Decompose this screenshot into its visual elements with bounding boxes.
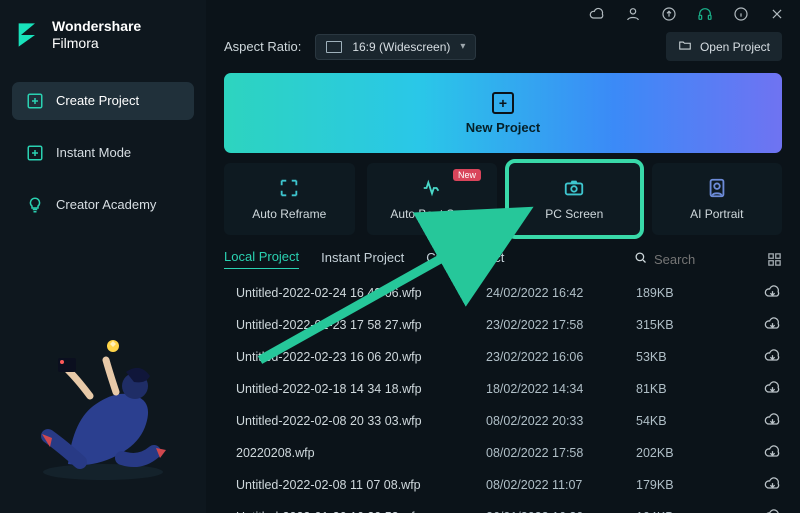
brand-line2: Filmora [52, 35, 141, 52]
app-logo: Wondershare Filmora [12, 18, 194, 52]
project-tabs: Local Project Instant Project Cloud Proj… [206, 249, 800, 269]
project-date: 08/02/2022 20:33 [486, 414, 636, 428]
new-project-button[interactable]: + New Project [224, 73, 782, 153]
cloud-download-icon[interactable] [764, 412, 782, 430]
info-icon[interactable] [732, 5, 750, 23]
plus-icon: + [492, 92, 514, 114]
tab-local-project[interactable]: Local Project [224, 249, 299, 269]
project-row[interactable]: 20220208.wfp08/02/2022 17:58202KB [206, 437, 800, 469]
card-auto-beat-sync[interactable]: New Auto Beat Sync [367, 163, 498, 235]
project-row[interactable]: Untitled-2022-02-24 16 42 06.wfp24/02/20… [206, 277, 800, 309]
card-pc-screen[interactable]: PC Screen [509, 163, 640, 235]
card-label: PC Screen [545, 207, 603, 221]
cloud-icon[interactable] [588, 5, 606, 23]
project-row[interactable]: Untitled-2022-02-23 17 58 27.wfp23/02/20… [206, 309, 800, 341]
project-name: Untitled-2022-02-24 16 42 06.wfp [236, 286, 486, 300]
project-date: 08/02/2022 17:58 [486, 446, 636, 460]
sidebar-item-creator-academy[interactable]: Creator Academy [12, 186, 194, 224]
card-auto-reframe[interactable]: Auto Reframe [224, 163, 355, 235]
tab-instant-project[interactable]: Instant Project [321, 250, 404, 269]
project-row[interactable]: Untitled-2022-02-08 20 33 03.wfp08/02/20… [206, 405, 800, 437]
project-date: 23/02/2022 16:06 [486, 350, 636, 364]
search-input[interactable] [654, 252, 744, 267]
project-row[interactable]: Untitled-2022-02-18 14 34 18.wfp18/02/20… [206, 373, 800, 405]
reframe-icon [278, 177, 300, 199]
cloud-download-icon[interactable] [764, 476, 782, 494]
search-field[interactable] [633, 250, 744, 268]
plus-square-icon [26, 92, 44, 110]
card-label: Auto Reframe [252, 207, 326, 221]
sidebar: Wondershare Filmora Create Project Insta… [0, 0, 206, 513]
cloud-download-icon[interactable] [764, 316, 782, 334]
titlebar [206, 0, 800, 28]
new-project-label: New Project [466, 120, 540, 135]
project-row[interactable]: Untitled-2022-02-08 11 07 08.wfp08/02/20… [206, 469, 800, 501]
open-project-label: Open Project [700, 40, 770, 54]
project-size: 189KB [636, 286, 716, 300]
card-label: Auto Beat Sync [390, 207, 473, 221]
headphones-icon[interactable] [696, 5, 714, 23]
folder-icon [678, 38, 692, 55]
project-size: 53KB [636, 350, 716, 364]
project-date: 24/02/2022 16:42 [486, 286, 636, 300]
project-size: 202KB [636, 446, 716, 460]
filmora-logo-icon [14, 21, 42, 49]
cloud-download-icon[interactable] [764, 284, 782, 302]
project-row[interactable]: Untitled-2022-02-23 16 06 20.wfp23/02/20… [206, 341, 800, 373]
project-size: 81KB [636, 382, 716, 396]
new-badge: New [453, 169, 481, 181]
project-size: 179KB [636, 478, 716, 492]
close-icon[interactable] [768, 5, 786, 23]
sidebar-item-label: Creator Academy [56, 197, 156, 212]
card-label: AI Portrait [690, 207, 743, 221]
aspect-ratio-value: 16:9 (Widescreen) [352, 40, 450, 54]
feature-cards: Auto Reframe New Auto Beat Sync PC Scree… [224, 163, 782, 235]
toolbar: Aspect Ratio: 16:9 (Widescreen) ▾ Open P… [206, 28, 800, 73]
project-size: 315KB [636, 318, 716, 332]
plus-square-icon [26, 144, 44, 162]
tab-cloud-project[interactable]: Cloud Project [426, 250, 504, 269]
soundwave-icon [421, 177, 443, 199]
aspect-ratio-select[interactable]: 16:9 (Widescreen) ▾ [315, 34, 476, 60]
grid-view-icon[interactable] [766, 251, 782, 267]
sidebar-item-instant-mode[interactable]: Instant Mode [12, 134, 194, 172]
project-list: Untitled-2022-02-24 16 42 06.wfp24/02/20… [206, 277, 800, 513]
cloud-download-icon[interactable] [764, 380, 782, 398]
project-row[interactable]: Untitled-2022-01-26 16 30 52.wfp26/01/20… [206, 501, 800, 513]
brand-line1: Wondershare [52, 18, 141, 35]
project-date: 18/02/2022 14:34 [486, 382, 636, 396]
cloud-download-icon[interactable] [764, 508, 782, 513]
main-content: Aspect Ratio: 16:9 (Widescreen) ▾ Open P… [206, 0, 800, 513]
sidebar-item-label: Instant Mode [56, 145, 131, 160]
search-icon [633, 250, 648, 268]
project-name: Untitled-2022-02-08 20 33 03.wfp [236, 414, 486, 428]
project-size: 54KB [636, 414, 716, 428]
project-name: Untitled-2022-02-08 11 07 08.wfp [236, 478, 486, 492]
project-name: Untitled-2022-02-23 17 58 27.wfp [236, 318, 486, 332]
upload-icon[interactable] [660, 5, 678, 23]
camera-icon [563, 177, 585, 199]
project-name: Untitled-2022-02-18 14 34 18.wfp [236, 382, 486, 396]
lightbulb-icon [26, 196, 44, 214]
project-name: Untitled-2022-02-23 16 06 20.wfp [236, 350, 486, 364]
open-project-button[interactable]: Open Project [666, 32, 782, 61]
aspect-ratio-label: Aspect Ratio: [224, 39, 301, 54]
cloud-download-icon[interactable] [764, 444, 782, 462]
user-icon[interactable] [624, 5, 642, 23]
card-ai-portrait[interactable]: AI Portrait [652, 163, 783, 235]
sidebar-item-create-project[interactable]: Create Project [12, 82, 194, 120]
sidebar-illustration [12, 318, 194, 495]
chevron-down-icon: ▾ [460, 41, 465, 52]
app-title: Wondershare Filmora [52, 18, 141, 52]
portrait-icon [706, 177, 728, 199]
sidebar-item-label: Create Project [56, 93, 139, 108]
cloud-download-icon[interactable] [764, 348, 782, 366]
project-date: 08/02/2022 11:07 [486, 478, 636, 492]
aspect-rect-icon [326, 41, 342, 53]
project-date: 23/02/2022 17:58 [486, 318, 636, 332]
project-name: 20220208.wfp [236, 446, 486, 460]
